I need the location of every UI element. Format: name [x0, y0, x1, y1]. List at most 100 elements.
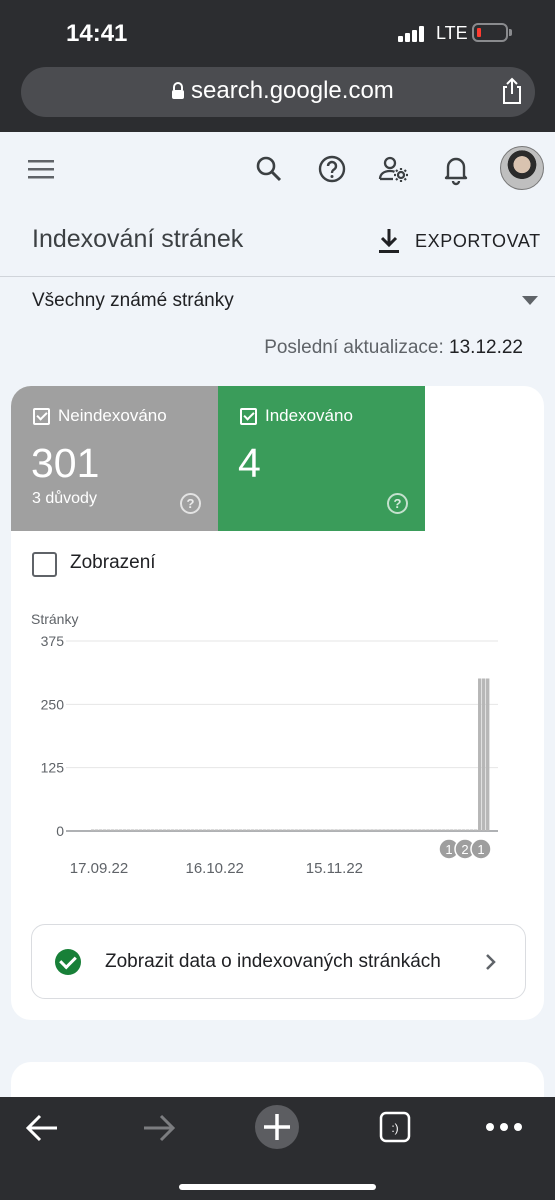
export-button[interactable]: EXPORTOVAT: [376, 224, 541, 258]
indexed-tile[interactable]: Indexováno 4 ?: [218, 386, 425, 531]
not-indexed-count: 301: [31, 440, 100, 486]
search-icon[interactable]: [251, 151, 287, 187]
download-icon: [379, 229, 399, 253]
chart-bar: [474, 829, 478, 831]
chart-bar: [238, 829, 243, 831]
indexed-pages-link[interactable]: Zobrazit data o indexovaných stránkách: [31, 924, 526, 999]
url-text[interactable]: search.google.com: [191, 77, 394, 105]
chart-bar: [486, 678, 490, 831]
last-update: Poslední aktualizace: 13.12.22: [264, 337, 523, 359]
chart-bar: [170, 829, 175, 831]
chart-bar: [302, 829, 306, 831]
tabs-label: :): [391, 1121, 398, 1135]
chart-bar: [462, 829, 466, 831]
chart-bar: [290, 829, 294, 831]
chart-bar: [198, 829, 203, 831]
browser-top-bar: 14:41 LTE search.google.com: [0, 0, 555, 132]
chart-bar: [190, 829, 195, 831]
new-tab-icon[interactable]: [254, 1104, 300, 1150]
chart-bar: [406, 829, 410, 831]
dropdown-arrow-icon[interactable]: [522, 296, 538, 305]
chart-bar: [146, 829, 151, 831]
not-indexed-tile[interactable]: Neindexováno 301 3 důvody ?: [11, 386, 218, 531]
battery-icon: [472, 23, 512, 42]
chart-bar: [94, 829, 99, 831]
y-tick-label: 250: [41, 696, 65, 712]
chart-bar: [118, 829, 123, 831]
y-tick-label: 0: [56, 823, 64, 839]
annotation-label: 1: [445, 842, 452, 857]
last-update-value: 13.12.22: [449, 337, 523, 358]
network-type: LTE: [436, 23, 468, 43]
chart-bar: [438, 829, 442, 831]
chart-bar: [358, 829, 362, 831]
checkbox-checked-icon[interactable]: [240, 408, 257, 425]
chart-bar: [262, 829, 266, 831]
manage-users-icon[interactable]: [376, 151, 412, 187]
chart-bar: [274, 829, 278, 831]
chart-bar: [330, 829, 334, 831]
chart-bar: [186, 829, 191, 831]
chart-bar: [422, 829, 426, 831]
chart-bar: [426, 829, 430, 831]
chart-bar: [354, 829, 358, 831]
chart-bar: [298, 829, 302, 831]
chart-bar: [286, 829, 290, 831]
chart-bar: [442, 829, 446, 831]
chart-bar: [246, 829, 250, 831]
chart-bar: [334, 829, 338, 831]
chart-bar: [282, 829, 286, 831]
chart-bar: [102, 829, 107, 831]
chart-bar: [378, 829, 382, 831]
share-icon[interactable]: [499, 77, 525, 105]
view-checkbox[interactable]: [32, 552, 57, 577]
chart-bar: [126, 829, 131, 831]
chart-bar: [182, 829, 187, 831]
signal-icon: [398, 26, 428, 42]
chart-bar: [374, 829, 378, 831]
last-update-label: Poslední aktualizace:: [264, 337, 444, 358]
chart-bar: [138, 829, 143, 831]
coverage-card: Neindexováno 301 3 důvody ? Indexováno 4…: [11, 386, 544, 1020]
export-label: EXPORTOVAT: [415, 230, 541, 251]
chart-bar: [130, 829, 135, 831]
more-icon[interactable]: [485, 1121, 523, 1133]
x-tick-label: 17.09.22: [70, 860, 128, 877]
status-time: 14:41: [66, 20, 128, 47]
help-icon[interactable]: ?: [387, 493, 408, 514]
menu-icon[interactable]: [26, 157, 56, 181]
chart-bar: [342, 829, 346, 831]
back-icon[interactable]: [25, 1113, 59, 1143]
help-icon[interactable]: ?: [180, 493, 201, 514]
chart-bar: [154, 829, 159, 831]
checkbox-checked-icon[interactable]: [33, 408, 50, 425]
chart-bar: [278, 829, 282, 831]
chart-bar: [314, 829, 318, 831]
chart-bar: [91, 829, 95, 831]
chart-bar: [162, 829, 167, 831]
chart-bar: [310, 829, 314, 831]
chart-bar: [174, 829, 179, 831]
y-tick-label: 125: [41, 760, 65, 776]
notifications-icon[interactable]: [438, 151, 474, 187]
address-bar[interactable]: search.google.com: [21, 67, 535, 117]
filter-dropdown-label[interactable]: Všechny známé stránky: [32, 290, 234, 312]
annotation-label: 1: [477, 842, 484, 857]
chart-bar: [106, 829, 111, 831]
chart-bar: [206, 829, 211, 831]
chart-bar: [294, 829, 298, 831]
chart-bar: [270, 829, 274, 831]
account-avatar[interactable]: [500, 146, 544, 190]
chart-bar: [222, 829, 227, 831]
chart-bar: [382, 829, 386, 831]
chart-bar: [242, 829, 247, 831]
tabs-icon[interactable]: :): [379, 1111, 411, 1143]
indexed-pages-link-text: Zobrazit data o indexovaných stránkách: [105, 951, 441, 972]
forward-icon[interactable]: [142, 1113, 176, 1143]
chart-bar: [394, 829, 398, 831]
help-icon[interactable]: [314, 151, 350, 187]
lock-icon: [172, 82, 184, 99]
chart-bar: [386, 829, 390, 831]
chart-bar: [234, 829, 239, 831]
chart-bar: [398, 829, 402, 831]
